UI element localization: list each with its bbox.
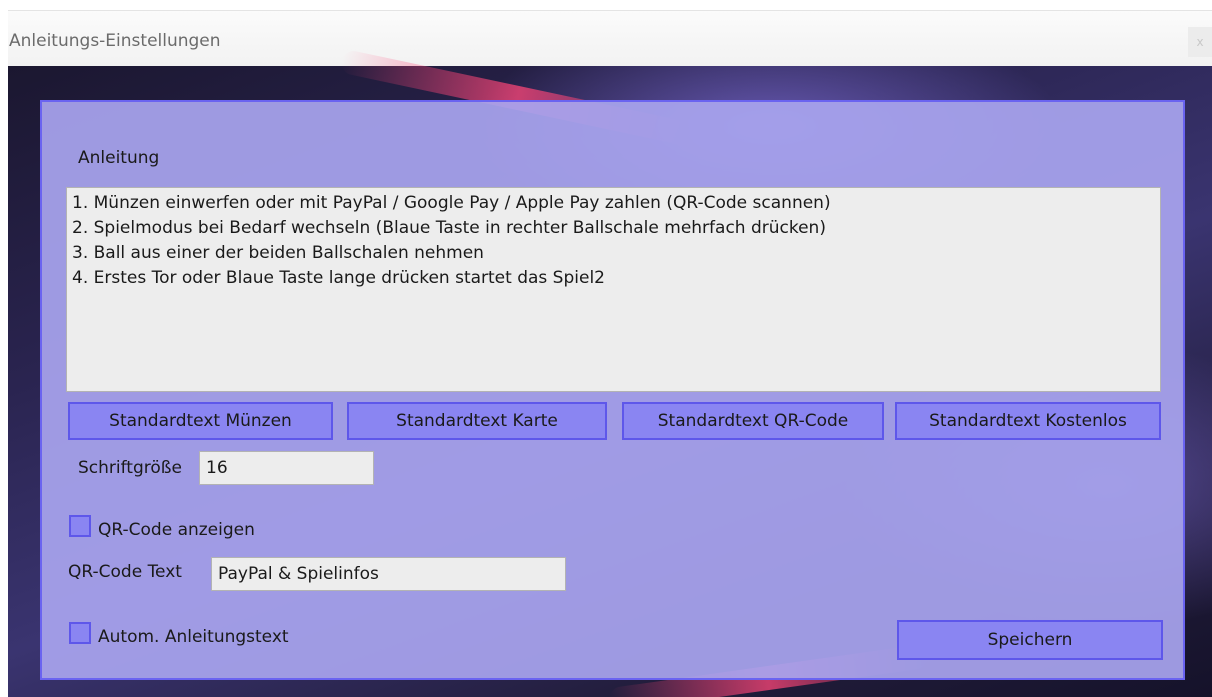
window-title: Anleitungs-Einstellungen [9, 31, 221, 51]
close-button[interactable]: x [1188, 27, 1212, 57]
title-bar[interactable]: Anleitungs-Einstellungen x [8, 10, 1212, 66]
font-size-label: Schriftgröße [78, 458, 182, 478]
preset-free-button[interactable]: Standardtext Kostenlos [895, 402, 1161, 440]
settings-panel: Anleitung 1. Münzen einwerfen oder mit P… [40, 100, 1185, 680]
instructions-textarea[interactable]: 1. Münzen einwerfen oder mit PayPal / Go… [66, 187, 1161, 392]
instruction-line: 4. Erstes Tor oder Blaue Taste lange drü… [72, 268, 605, 288]
instruction-line: 1. Münzen einwerfen oder mit PayPal / Go… [72, 193, 831, 213]
qr-show-checkbox[interactable] [69, 515, 91, 537]
instruction-line: 3. Ball aus einer der beiden Ballschalen… [72, 243, 484, 263]
auto-text-label[interactable]: Autom. Anleitungstext [98, 627, 289, 647]
settings-window: Anleitungs-Einstellungen x Anleitung 1. … [8, 10, 1212, 697]
preset-qr-code-button[interactable]: Standardtext QR-Code [622, 402, 884, 440]
instruction-line: 2. Spielmodus bei Bedarf wechseln (Blaue… [72, 218, 826, 238]
auto-text-checkbox[interactable] [69, 622, 91, 644]
preset-coins-button[interactable]: Standardtext Münzen [68, 402, 333, 440]
qr-text-label: QR-Code Text [68, 562, 182, 582]
preset-card-button[interactable]: Standardtext Karte [347, 402, 607, 440]
qr-show-label[interactable]: QR-Code anzeigen [98, 520, 255, 540]
qr-text-input[interactable]: PayPal & Spielinfos [211, 557, 566, 591]
save-button[interactable]: Speichern [897, 620, 1163, 660]
instructions-label: Anleitung [78, 148, 160, 168]
font-size-input[interactable]: 16 [199, 451, 374, 485]
